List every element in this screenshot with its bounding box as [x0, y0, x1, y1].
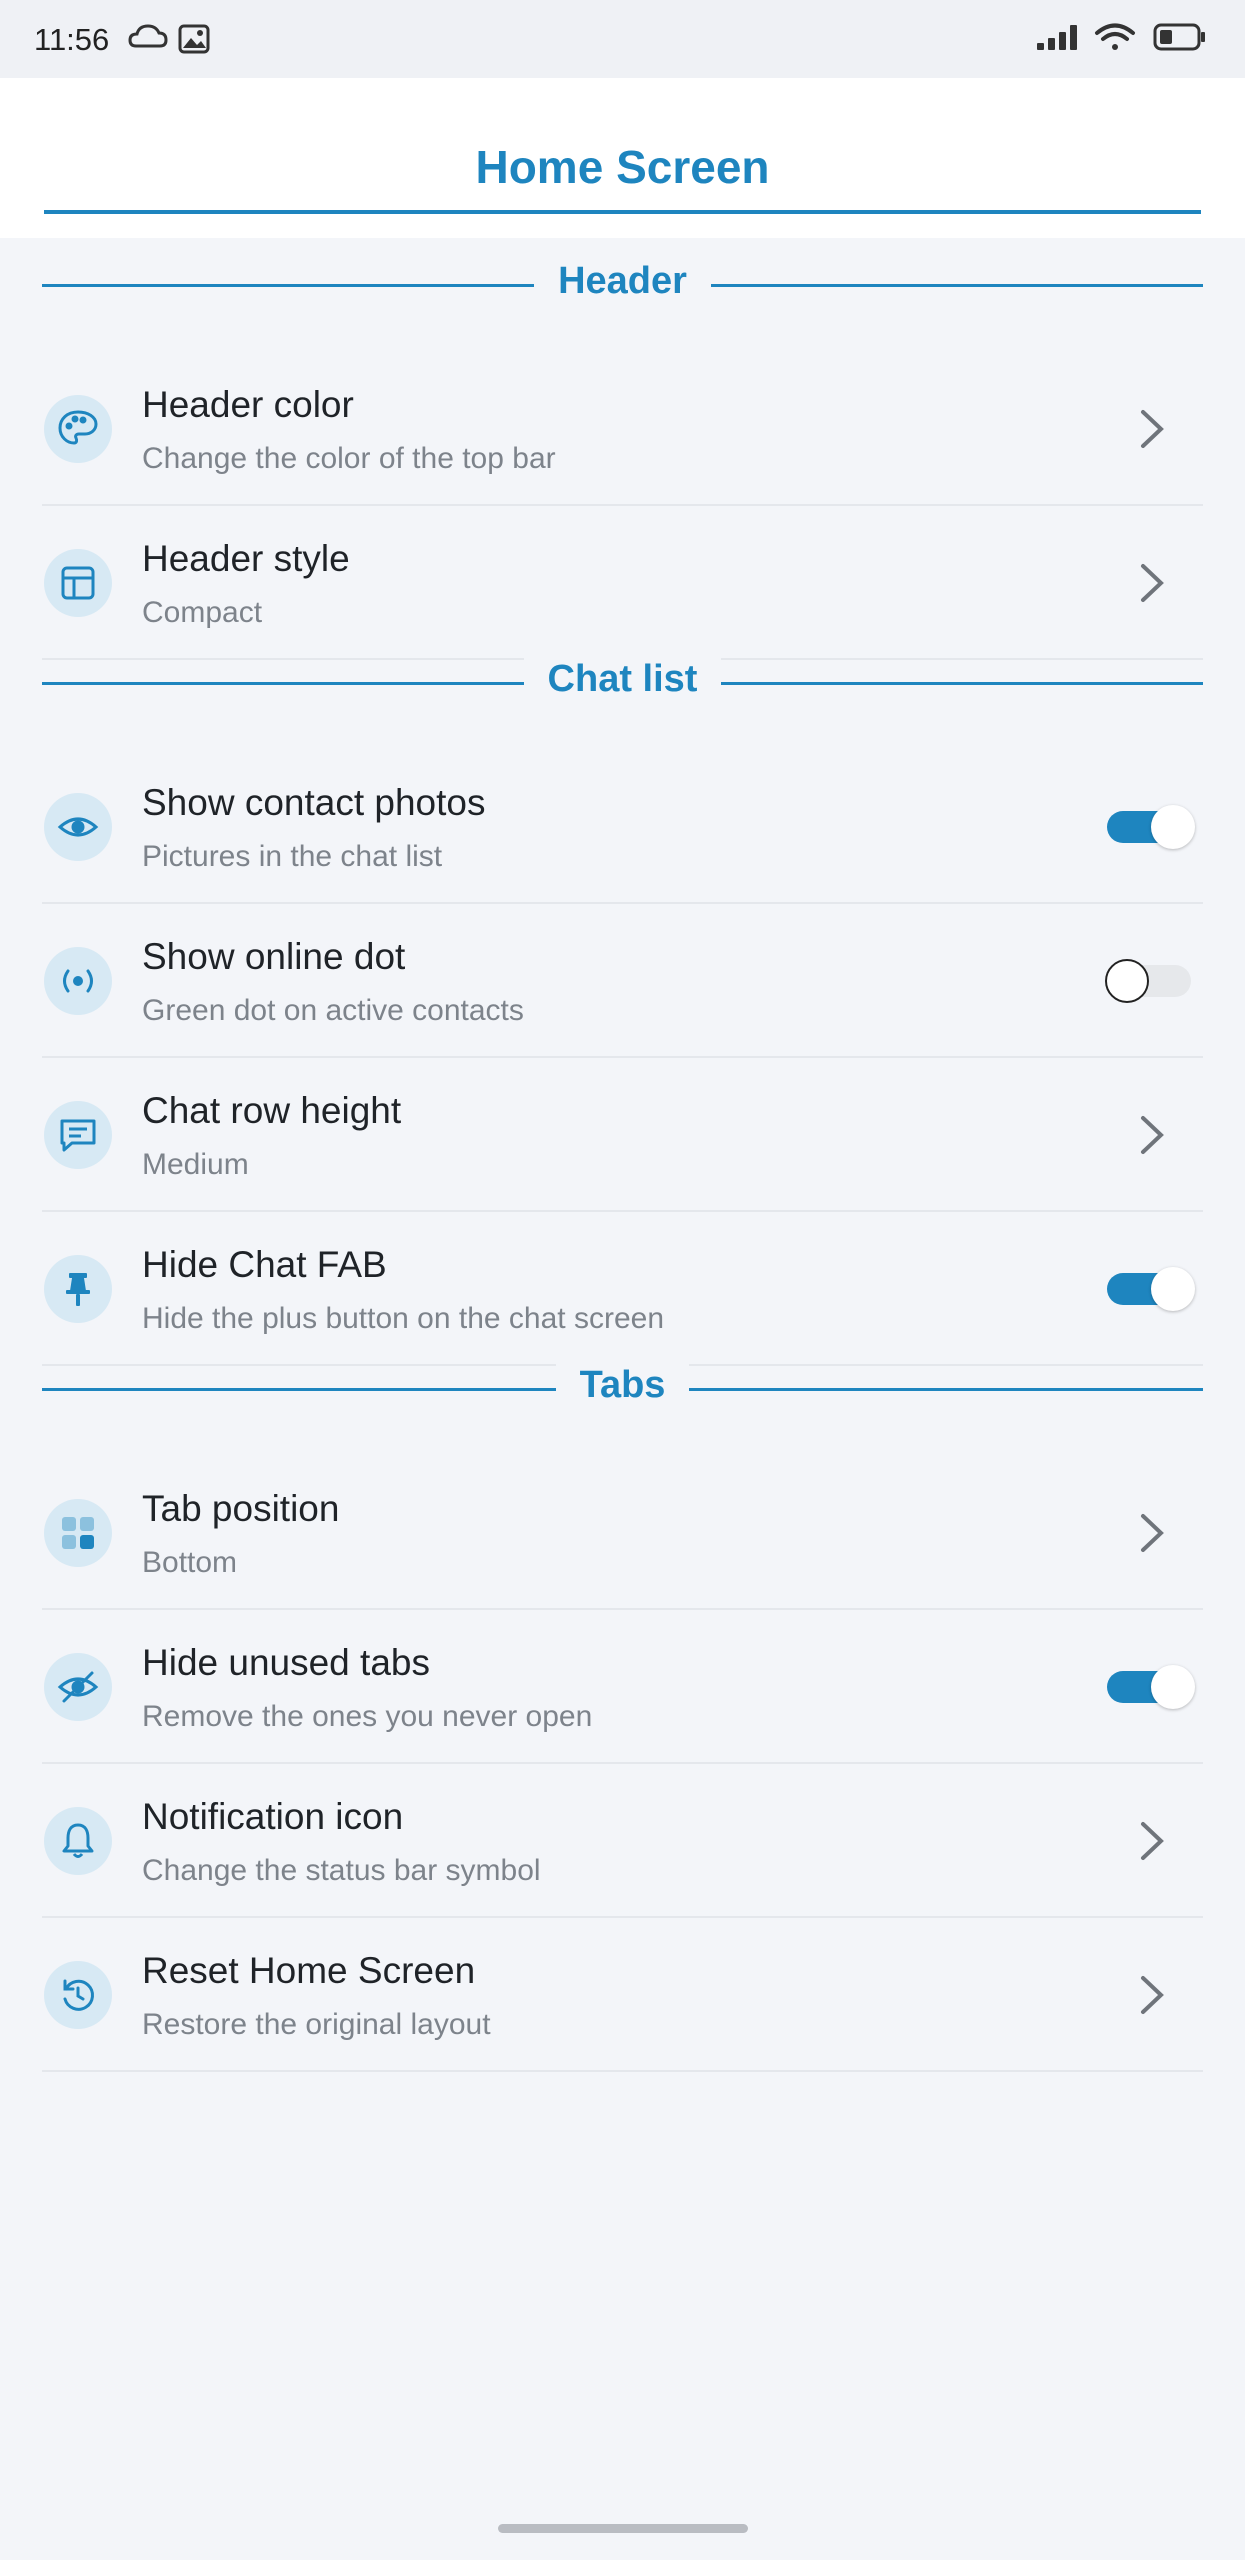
hide-unused-tabs-toggle[interactable] [1107, 1665, 1195, 1709]
status-time: 11:56 [34, 22, 110, 57]
toggle-knob [1151, 805, 1195, 849]
setting-reset-home-screen[interactable]: Reset Home Screen Restore the original l… [42, 1918, 1203, 2072]
chevron-right-icon [1141, 1976, 1164, 2014]
app-header: Home Screen [0, 78, 1245, 238]
setting-title: Show contact photos [142, 782, 486, 823]
pin-icon [44, 1255, 112, 1323]
section-title: Tabs [555, 1364, 690, 1406]
reset-icon [44, 1961, 112, 2029]
setting-title: Header color [142, 384, 354, 425]
setting-show-online-dot[interactable]: Show online dot Green dot on active cont… [42, 904, 1203, 1058]
setting-header-color[interactable]: Header color Change the color of the top… [42, 352, 1203, 506]
setting-tab-position[interactable]: Tab position Bottom [42, 1456, 1203, 1610]
setting-subtitle: Bottom [142, 1546, 238, 1579]
section-header-chat-list: Chat list [42, 658, 1203, 708]
setting-subtitle: Pictures in the chat list [142, 840, 443, 873]
setting-title: Chat row height [142, 1090, 402, 1131]
show-online-dot-toggle[interactable] [1105, 959, 1191, 1003]
gallery-icon [178, 24, 210, 54]
chevron-right-icon [1141, 410, 1164, 448]
setting-subtitle: Restore the original layout [142, 2008, 491, 2041]
setting-title: Hide Chat FAB [142, 1244, 387, 1285]
setting-subtitle: Green dot on active contacts [142, 994, 524, 1027]
setting-title: Hide unused tabs [142, 1642, 430, 1683]
setting-title: Tab position [142, 1488, 340, 1529]
setting-title: Show online dot [142, 936, 406, 977]
cloud-icon [128, 24, 168, 48]
chevron-right-icon [1141, 1822, 1164, 1860]
setting-subtitle: Change the color of the top bar [142, 442, 556, 475]
section-header-tabs: Tabs [42, 1364, 1203, 1414]
setting-hide-unused-tabs[interactable]: Hide unused tabs Remove the ones you nev… [42, 1610, 1203, 1764]
toggle-knob [1105, 959, 1149, 1003]
chat-bubble-icon [44, 1101, 112, 1169]
chevron-right-icon [1141, 564, 1164, 602]
toggle-knob [1151, 1665, 1195, 1709]
status-left-icons [128, 18, 218, 63]
setting-hide-chat-fab[interactable]: Hide Chat FAB Hide the plus button on th… [42, 1212, 1203, 1366]
signal-icon [1037, 25, 1077, 50]
header-underline [44, 210, 1201, 214]
layout-icon [44, 549, 112, 617]
wifi-icon [1095, 23, 1135, 50]
section-title: Header [534, 260, 711, 302]
eye-icon [44, 793, 112, 861]
setting-header-style[interactable]: Header style Compact [42, 506, 1203, 660]
section-header-header: Header [42, 260, 1203, 310]
setting-show-contact-photos[interactable]: Show contact photos Pictures in the chat… [42, 750, 1203, 904]
chevron-right-icon [1141, 1116, 1164, 1154]
online-dot-icon [44, 947, 112, 1015]
setting-subtitle: Hide the plus button on the chat screen [142, 1302, 665, 1335]
toggle-knob [1151, 1267, 1195, 1311]
setting-chat-row-height[interactable]: Chat row height Medium [42, 1058, 1203, 1212]
chevron-right-icon [1141, 1514, 1164, 1552]
battery-icon [1153, 23, 1205, 51]
home-indicator[interactable] [498, 2524, 748, 2533]
setting-title: Notification icon [142, 1796, 404, 1837]
setting-notification-icon[interactable]: Notification icon Change the status bar … [42, 1764, 1203, 1918]
palette-icon [44, 395, 112, 463]
grid-icon [44, 1499, 112, 1567]
show-contact-photos-toggle[interactable] [1107, 805, 1195, 849]
setting-subtitle: Medium [142, 1148, 249, 1181]
setting-title: Header style [142, 538, 350, 579]
section-title: Chat list [523, 658, 722, 700]
setting-subtitle: Remove the ones you never open [142, 1700, 593, 1733]
status-right-icons [1035, 16, 1215, 63]
bell-icon [44, 1807, 112, 1875]
page-title: Home Screen [475, 141, 770, 193]
setting-title: Reset Home Screen [142, 1950, 476, 1991]
setting-subtitle: Compact [142, 596, 263, 629]
eye-off-icon [44, 1653, 112, 1721]
hide-chat-fab-toggle[interactable] [1107, 1267, 1195, 1311]
setting-subtitle: Change the status bar symbol [142, 1854, 541, 1887]
status-bar: 11:56 [0, 0, 1245, 78]
